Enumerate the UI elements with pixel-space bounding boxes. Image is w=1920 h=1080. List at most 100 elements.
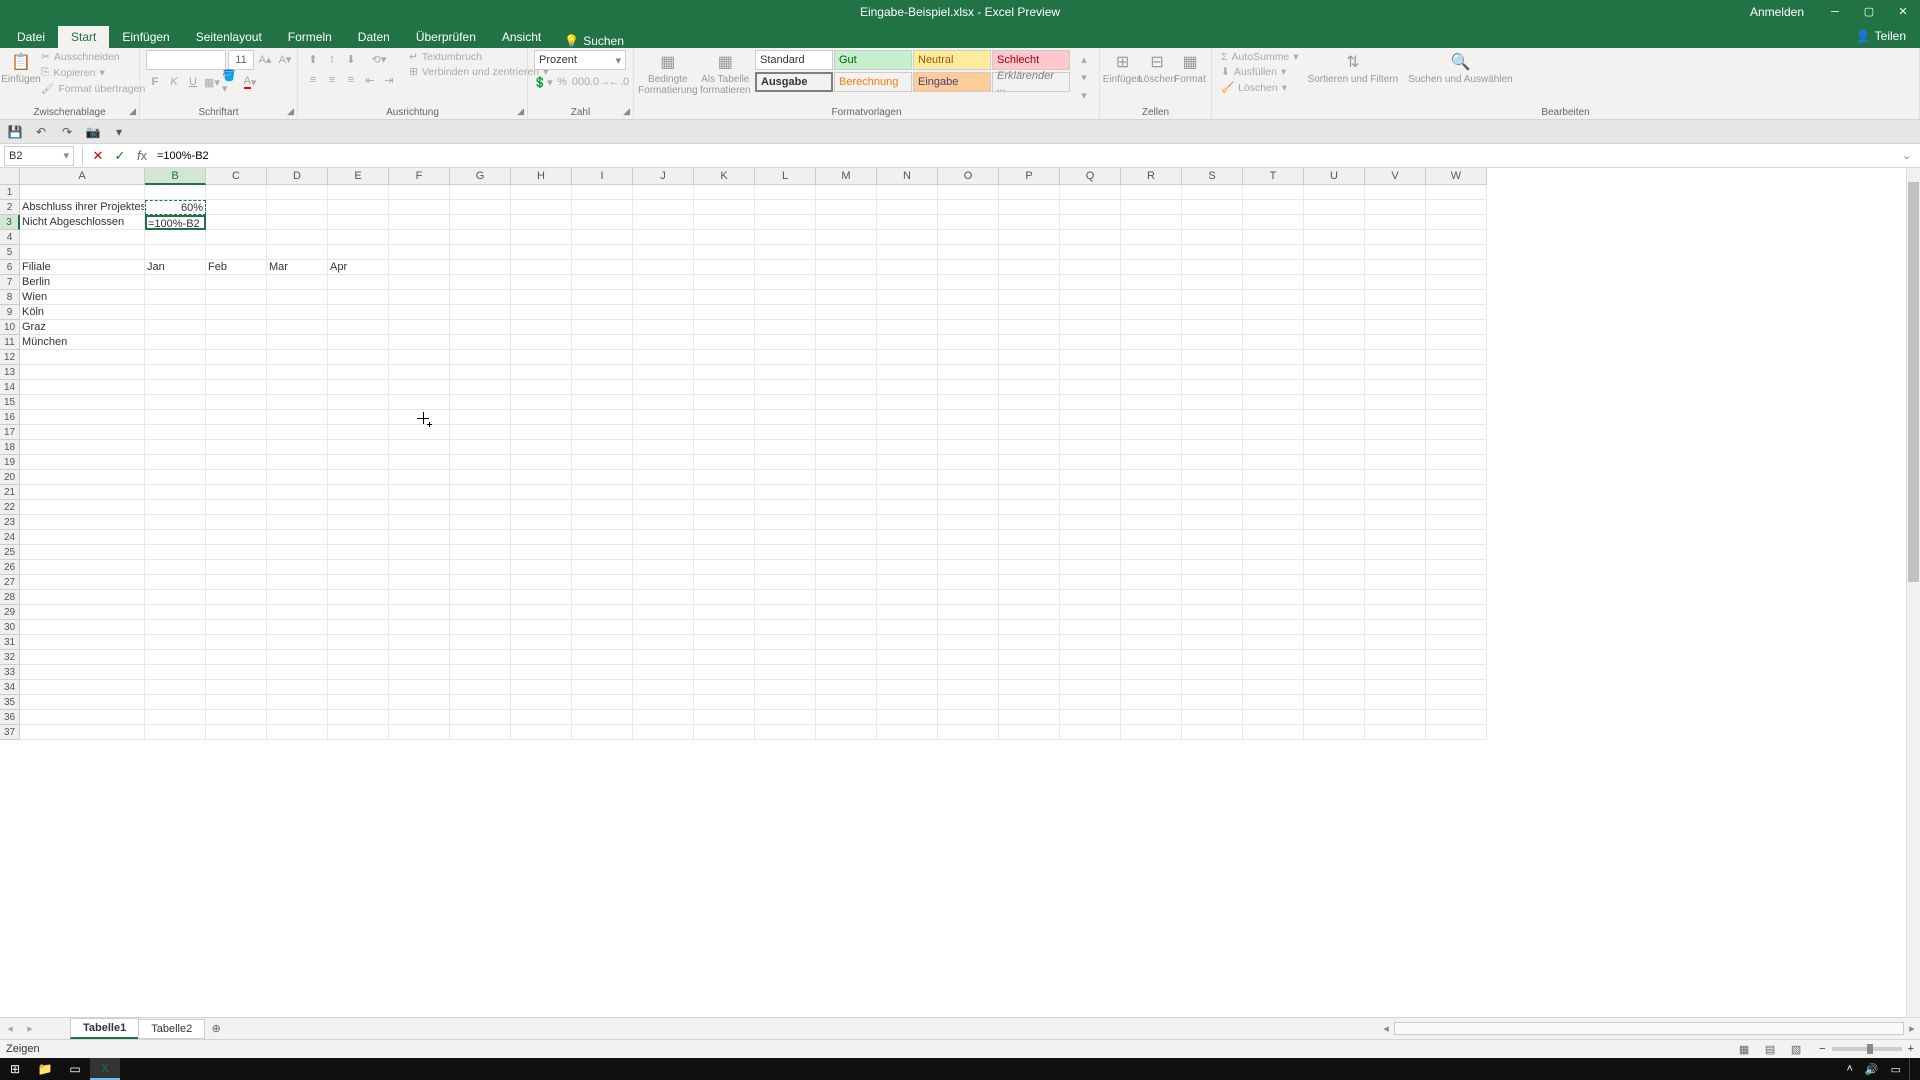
cell[interactable]	[1426, 455, 1487, 470]
cell[interactable]	[389, 395, 450, 410]
tab-einfuegen[interactable]: Einfügen	[109, 26, 182, 48]
excel-taskbar-button[interactable]: X	[90, 1058, 120, 1080]
cell[interactable]	[1243, 695, 1304, 710]
cell[interactable]	[20, 410, 145, 425]
paste-button[interactable]: 📋 Einfügen	[6, 50, 36, 87]
cell[interactable]	[938, 395, 999, 410]
cell[interactable]	[938, 485, 999, 500]
redo-button[interactable]: ↷	[58, 123, 76, 141]
cell[interactable]	[328, 335, 389, 350]
cell[interactable]	[511, 380, 572, 395]
cell[interactable]	[816, 245, 877, 260]
cell[interactable]	[450, 290, 511, 305]
cell[interactable]	[572, 530, 633, 545]
cell[interactable]	[938, 185, 999, 200]
cell[interactable]	[572, 290, 633, 305]
cell[interactable]	[1060, 215, 1121, 230]
cell[interactable]	[511, 275, 572, 290]
cell[interactable]	[1365, 380, 1426, 395]
cell[interactable]	[938, 335, 999, 350]
cell[interactable]	[572, 725, 633, 740]
cell[interactable]	[389, 515, 450, 530]
cell[interactable]	[328, 695, 389, 710]
column-header[interactable]: V	[1365, 168, 1426, 185]
row-header[interactable]: 32	[0, 650, 20, 665]
cell[interactable]	[633, 650, 694, 665]
cell[interactable]	[999, 260, 1060, 275]
cell[interactable]	[206, 515, 267, 530]
cell[interactable]	[328, 530, 389, 545]
percent-button[interactable]: %	[553, 73, 571, 91]
cell[interactable]	[999, 650, 1060, 665]
cell[interactable]	[1426, 560, 1487, 575]
cell[interactable]	[1365, 320, 1426, 335]
row-header[interactable]: 4	[0, 230, 20, 245]
cell[interactable]	[999, 230, 1060, 245]
cell[interactable]	[450, 395, 511, 410]
cell[interactable]	[450, 410, 511, 425]
cell[interactable]	[1243, 395, 1304, 410]
cell[interactable]	[999, 695, 1060, 710]
cell[interactable]	[145, 575, 206, 590]
cell[interactable]	[450, 500, 511, 515]
cell[interactable]	[1365, 590, 1426, 605]
cell[interactable]	[511, 185, 572, 200]
cell[interactable]	[1243, 440, 1304, 455]
cell[interactable]	[1304, 425, 1365, 440]
cell[interactable]	[267, 380, 328, 395]
cell[interactable]	[1365, 665, 1426, 680]
cell[interactable]	[1365, 515, 1426, 530]
cell[interactable]	[938, 710, 999, 725]
row-header[interactable]: 20	[0, 470, 20, 485]
cell[interactable]	[1121, 455, 1182, 470]
cell[interactable]	[389, 245, 450, 260]
cell[interactable]	[1182, 500, 1243, 515]
cell[interactable]	[145, 455, 206, 470]
styles-more[interactable]: ▾	[1075, 86, 1093, 104]
cell[interactable]	[877, 305, 938, 320]
cell[interactable]	[1304, 455, 1365, 470]
cell[interactable]	[572, 320, 633, 335]
cell[interactable]	[572, 620, 633, 635]
cell[interactable]	[1182, 425, 1243, 440]
row-header[interactable]: 16	[0, 410, 20, 425]
cell[interactable]	[1304, 500, 1365, 515]
cell[interactable]	[816, 590, 877, 605]
cell[interactable]	[694, 545, 755, 560]
qat-customize[interactable]: ▾	[110, 123, 128, 141]
row-header[interactable]: 30	[0, 620, 20, 635]
delete-cells-button[interactable]: ⊟Löschen	[1141, 50, 1173, 87]
cell[interactable]	[1060, 380, 1121, 395]
format-cells-button[interactable]: ▦Format	[1175, 50, 1205, 87]
cell[interactable]	[511, 260, 572, 275]
cell[interactable]	[450, 230, 511, 245]
cell[interactable]	[206, 200, 267, 215]
cell[interactable]	[267, 545, 328, 560]
column-header[interactable]: T	[1243, 168, 1304, 185]
column-header[interactable]: I	[572, 168, 633, 185]
cell[interactable]	[1182, 470, 1243, 485]
cell[interactable]	[1304, 200, 1365, 215]
cell[interactable]	[999, 185, 1060, 200]
cell[interactable]	[694, 275, 755, 290]
bold-button[interactable]: F	[146, 73, 164, 91]
row-header[interactable]: 34	[0, 680, 20, 695]
cell[interactable]	[267, 470, 328, 485]
cell[interactable]	[877, 635, 938, 650]
cell[interactable]	[206, 215, 267, 230]
cell[interactable]	[1426, 320, 1487, 335]
cell[interactable]	[267, 410, 328, 425]
cell[interactable]	[877, 500, 938, 515]
cell[interactable]	[816, 440, 877, 455]
cell[interactable]	[877, 560, 938, 575]
cell[interactable]	[450, 605, 511, 620]
cell[interactable]	[1121, 260, 1182, 275]
cell[interactable]	[755, 440, 816, 455]
cell[interactable]	[877, 650, 938, 665]
cell[interactable]	[877, 320, 938, 335]
cell[interactable]	[1121, 500, 1182, 515]
cell[interactable]	[145, 560, 206, 575]
cell[interactable]	[1182, 515, 1243, 530]
row-header[interactable]: 37	[0, 725, 20, 740]
cell[interactable]	[694, 515, 755, 530]
